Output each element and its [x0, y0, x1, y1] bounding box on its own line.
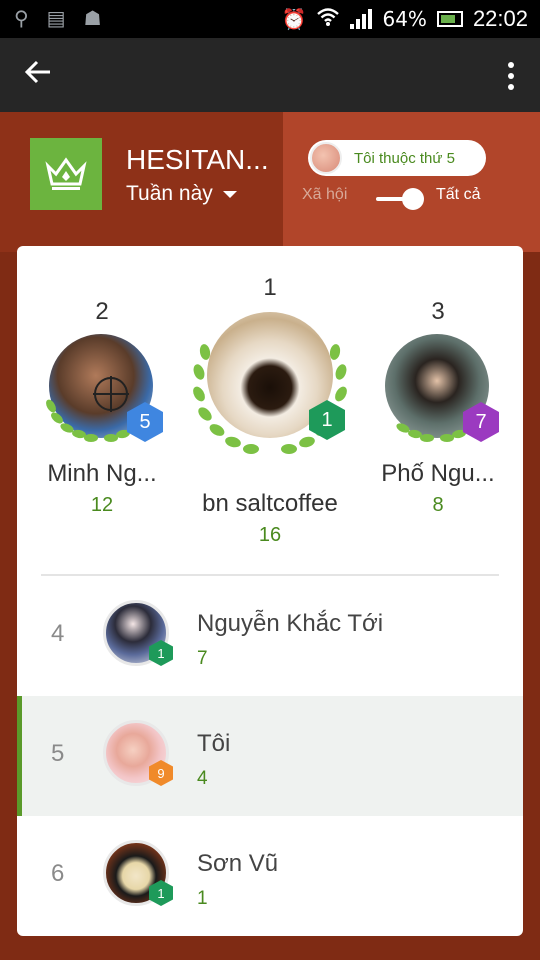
list-score: 7	[197, 648, 208, 669]
podium-score: 12	[90, 494, 114, 516]
podium-name: Minh Ng...	[47, 460, 157, 487]
wifi-icon	[316, 7, 340, 32]
status-bar: ⚲ ▤ ☗ ⏰ 64% 22:02	[0, 0, 540, 38]
avatar	[310, 142, 342, 174]
signal-icon	[350, 9, 373, 29]
toggle-label-all[interactable]: Tất cả	[436, 186, 480, 204]
leaderboard-card: 2 5 Minh Ng... 12 1 1 bn saltcoffee 16 3…	[17, 246, 523, 936]
list-rank: 4	[51, 620, 65, 647]
highlight-bar	[17, 696, 22, 816]
list-name: Sơn Vũ	[197, 850, 279, 877]
podium-item-3[interactable]: 3 7 Phố Ngu... 8	[373, 298, 503, 517]
scope-toggle-row: Xã hội Tất cả	[302, 186, 492, 210]
list-item-current-player[interactable]: 5 9 Tôi 4	[17, 696, 523, 816]
list-rank: 5	[51, 740, 65, 767]
period-dropdown[interactable]: Tuần này	[126, 182, 237, 206]
battery-percent: 64%	[382, 7, 427, 31]
podium-score: 16	[258, 524, 282, 546]
arrow-back-icon[interactable]	[22, 56, 62, 96]
my-rank-text: Tôi thuộc thứ 5	[354, 149, 455, 167]
app-bar	[0, 38, 540, 112]
android-icon: ☗	[83, 6, 102, 30]
my-rank-pill[interactable]: Tôi thuộc thứ 5	[308, 140, 486, 176]
usb-icon: ⚲	[14, 6, 29, 30]
sim-icon: ▤	[46, 6, 66, 30]
clock: 22:02	[472, 6, 528, 31]
podium-item-2[interactable]: 2 5 Minh Ng... 12	[37, 298, 167, 517]
overflow-menu-icon[interactable]	[496, 56, 526, 96]
podium-rank: 1	[263, 274, 277, 301]
battery-icon	[436, 11, 463, 27]
list-item[interactable]: 6 1 Sơn Vũ 1	[17, 816, 523, 936]
list-score: 1	[197, 888, 208, 909]
caret-down-icon	[222, 190, 237, 198]
podium-score: 8	[432, 494, 444, 516]
podium-name: Phố Ngu...	[381, 460, 495, 487]
podium-name: bn saltcoffee	[202, 490, 338, 517]
leaderboard-title: HESITAN...	[126, 144, 269, 175]
podium-item-1[interactable]: 1 1 bn saltcoffee 16	[185, 274, 355, 547]
podium-rank: 2	[95, 298, 109, 325]
alarm-icon: ⏰	[281, 7, 307, 31]
laurel-wreath-icon	[193, 344, 347, 454]
list-score: 4	[197, 768, 208, 789]
toggle-label-social[interactable]: Xã hội	[302, 186, 347, 204]
list-name: Tôi	[197, 730, 231, 757]
list-item[interactable]: 4 1 Nguyễn Khắc Tới 7	[17, 576, 523, 696]
podium-rank: 3	[431, 298, 445, 325]
list-rank: 6	[51, 860, 65, 887]
scope-switch[interactable]	[376, 188, 424, 210]
header-background-right	[283, 112, 540, 252]
crown-icon	[30, 138, 102, 210]
podium: 2 5 Minh Ng... 12 1 1 bn saltcoffee 16 3…	[17, 246, 523, 576]
period-label: Tuần này	[126, 182, 213, 205]
list-name: Nguyễn Khắc Tới	[197, 610, 384, 637]
